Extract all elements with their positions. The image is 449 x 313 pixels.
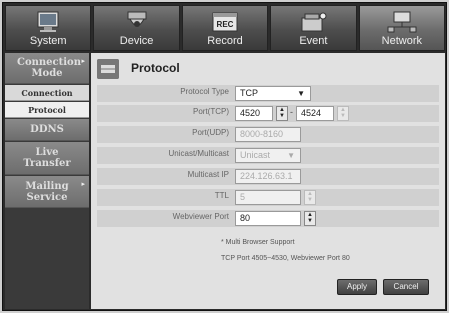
sidebar: Connection Mode ▸ Connection Protocol DD… [5,53,89,309]
apply-button[interactable]: Apply [337,279,377,295]
unicast-value: Unicast [240,150,271,160]
port-udp-value: 8000-8160 [240,129,284,139]
sidebar-item-label: DDNS [30,124,64,135]
tab-label: Device [119,35,154,47]
multicast-ip-value: 224.126.63.1 [240,171,293,181]
port-tcp-from-stepper[interactable]: ▲ ▼ [276,106,288,121]
sidebar-item-live-transfer[interactable]: Live Transfer [5,142,89,175]
sidebar-item-connection-mode[interactable]: Connection Mode ▸ [5,53,89,84]
webviewer-port-row: Webviewer Port 80 ▲ ▼ [97,210,439,227]
sidebar-item-connection[interactable]: Connection [5,85,89,101]
ttl-row: TTL 5 ▲ ▼ [97,189,439,206]
protocol-type-label: Protocol Type [180,87,229,96]
unicast-label: Unicast/Multicast [168,149,229,158]
tab-label: Record [207,35,243,47]
panel-header: Protocol [97,59,439,79]
protocol-settings-icon [97,59,119,79]
port-tcp-label: Port(TCP) [193,107,229,116]
expand-marker-icon: ▸ [81,56,85,65]
port-udp-row: Port(UDP) 8000-8160 [97,126,439,143]
ttl-label: TTL [214,191,229,200]
dvr-setup-window: System Device REC Record Event Network C… [2,2,447,311]
ttl-value: 5 [240,192,246,202]
expand-marker-icon: ▸ [81,179,85,188]
sidebar-item-label: Live Transfer [23,147,71,169]
sidebar-item-label: Mailing Service [25,181,69,203]
port-range-note: TCP Port 4505~4530, Webviewer Port 80 [221,255,350,262]
tab-device[interactable]: Device [93,5,180,51]
tab-label: Event [299,35,328,47]
tab-label: System [29,35,67,47]
multi-browser-note: * Multi Browser Support [221,239,295,246]
tab-system[interactable]: System [5,5,92,51]
port-tcp-from-input[interactable]: 4520 [235,106,273,121]
camera-icon [127,11,147,27]
sidebar-item-protocol[interactable]: Protocol [5,102,89,118]
multicast-ip-label: Multicast IP [187,170,229,179]
chevron-down-icon: ▼ [287,151,295,160]
port-tcp-from-value: 4520 [240,108,261,118]
multicast-ip-row: Multicast IP 224.126.63.1 [97,168,439,185]
sidebar-item-label: Connection [21,88,73,98]
sidebar-item-label: Protocol [28,105,66,115]
network-icon [387,11,417,33]
tab-label: Network [381,35,422,47]
webviewer-port-value: 80 [240,213,251,223]
chevron-down-icon: ▼ [297,89,305,98]
sidebar-item-mailing-service[interactable]: Mailing Service ▸ [5,176,89,208]
record-icon-text: REC [217,20,234,29]
port-tcp-to-input[interactable]: 4524 [296,106,334,121]
tab-network[interactable]: Network [358,5,446,51]
tab-event[interactable]: Event [270,5,357,51]
unicast-row: Unicast/Multicast Unicast ▼ [97,147,439,164]
port-tcp-to-stepper[interactable]: ▲ ▼ [337,106,349,121]
range-dash: - [290,107,293,117]
webviewer-port-label: Webviewer Port [172,212,229,221]
ttl-input[interactable]: 5 [235,190,301,205]
ttl-stepper[interactable]: ▲ ▼ [304,190,316,205]
page-title: Protocol [131,61,180,75]
unicast-dropdown[interactable]: Unicast ▼ [235,148,301,163]
port-udp-input[interactable]: 8000-8160 [235,127,301,142]
port-tcp-to-value: 4524 [301,108,322,118]
top-tab-bar: System Device REC Record Event Network [5,5,446,51]
protocol-type-row: Protocol Type TCP ▼ [97,85,439,102]
tab-record[interactable]: REC Record [181,5,269,51]
record-icon: REC [212,12,238,32]
protocol-panel: Protocol Protocol Type TCP ▼ Port(TCP) 4… [91,53,445,309]
system-monitor-icon [37,11,59,32]
port-tcp-row: Port(TCP) 4520 ▲ ▼ - 4524 ▲ ▼ [97,105,439,122]
protocol-type-value: TCP [240,88,258,98]
webviewer-port-stepper[interactable]: ▲ ▼ [304,211,316,226]
sidebar-item-ddns[interactable]: DDNS [5,119,89,141]
webviewer-port-input[interactable]: 80 [235,211,301,226]
sidebar-item-label: Connection Mode [17,57,81,79]
multicast-ip-input[interactable]: 224.126.63.1 [235,169,301,184]
port-udp-label: Port(UDP) [192,128,229,137]
cancel-button[interactable]: Cancel [383,279,429,295]
event-alarm-icon [301,12,327,32]
protocol-type-dropdown[interactable]: TCP ▼ [235,86,311,101]
